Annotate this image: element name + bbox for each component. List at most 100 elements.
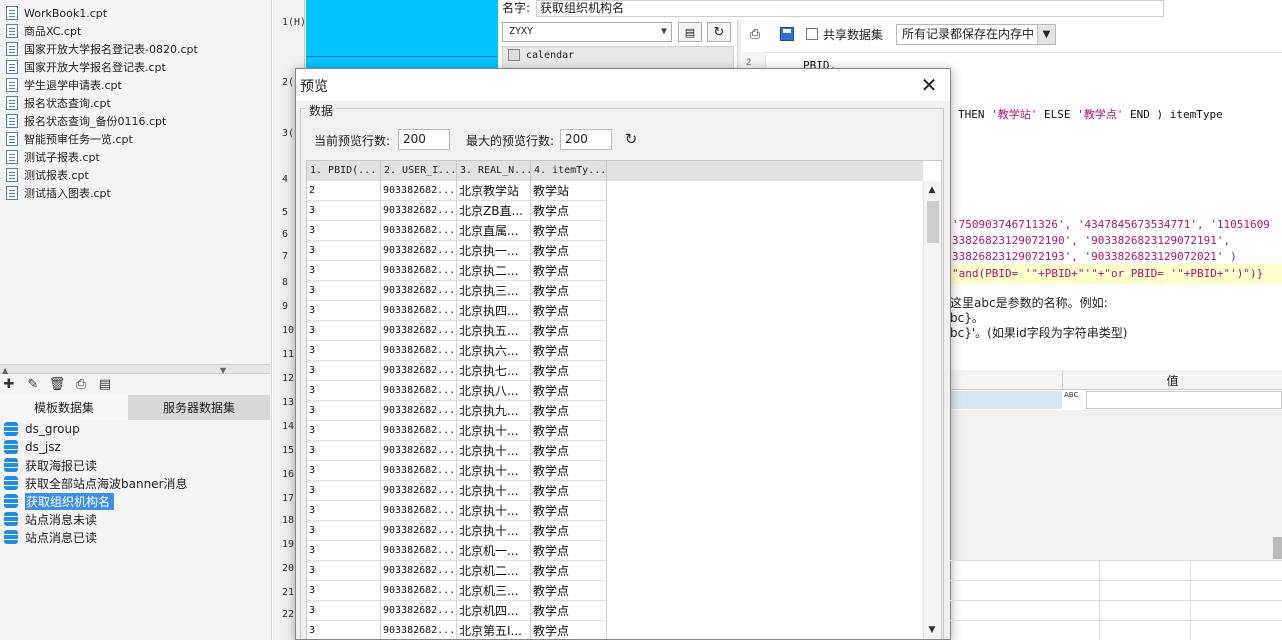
dialog-titlebar[interactable] [296, 69, 950, 101]
table-row[interactable]: 3 903382682... 北京机二... 教学点 [307, 561, 607, 581]
file-name: 测试报表.cpt [24, 169, 89, 182]
sql-preview-icon[interactable]: ▤ [96, 375, 114, 393]
panel-splitter[interactable]: ▲ ▼ [0, 364, 270, 375]
tab-template-datasets[interactable]: 模板数据集 [0, 395, 128, 420]
file-item[interactable]: 国家开放大学报名登记表.cpt [6, 58, 166, 76]
chevron-up-icon[interactable]: ▲ [923, 181, 941, 199]
table-row[interactable]: 3 903382682... 北京执一... 教学点 [307, 241, 607, 261]
table-row[interactable]: 3 903382682... 北京执十... 教学点 [307, 481, 607, 501]
add-icon[interactable]: ✚ [0, 375, 18, 393]
close-icon[interactable]: ✕ [916, 72, 942, 98]
table-row[interactable]: 3 903382682... 北京ZB直... 教学点 [307, 201, 607, 221]
row-number[interactable]: 1(H) [273, 17, 306, 28]
line-number: 2 [746, 58, 752, 68]
sql-string: "and(PBID= '"+PBID+"'"+"or PBID= '"+PBID… [952, 267, 1264, 280]
table-row[interactable]: 3 903382682... 北京执十... 教学点 [307, 521, 607, 541]
dataset-item[interactable]: 获取全部站点海波banner消息 [4, 474, 188, 492]
type-abc-icon[interactable]: ABC [1063, 391, 1085, 409]
table-cell: 903382682... [381, 321, 457, 341]
file-item[interactable]: 测试子报表.cpt [6, 148, 100, 166]
table-row[interactable]: 3 903382682... 北京执十... 教学点 [307, 461, 607, 481]
table-row[interactable]: 3 903382682... 北京机三... 教学点 [307, 581, 607, 601]
dataset-item[interactable]: 站点消息已读 [4, 528, 97, 546]
table-cell: 903382682... [381, 421, 457, 441]
table-cell: 北京ZB直... [457, 201, 531, 221]
dataset-name-input[interactable]: 获取组织机构名 [536, 0, 1164, 17]
refresh-schema-icon[interactable]: ↻ [707, 22, 731, 42]
table-row[interactable]: 3 903382682... 北京执五... 教学点 [307, 321, 607, 341]
table-item[interactable]: calendar [508, 49, 574, 61]
table-row[interactable]: 3 903382682... 北京执十... 教学点 [307, 501, 607, 521]
table-row[interactable]: 3 903382682... 北京执九... 教学点 [307, 401, 607, 421]
dataset-item[interactable]: ds_jsz [4, 438, 61, 456]
max-rows-input[interactable]: 200 [560, 129, 612, 150]
memory-mode-select[interactable]: 所有记录都保存在内存中 ▼ [896, 24, 1056, 45]
table-row[interactable]: 2 903382682... 北京教学站 教学站 [307, 181, 607, 201]
save-icon[interactable] [778, 25, 796, 43]
file-item[interactable]: 测试报表.cpt [6, 166, 89, 184]
column-header[interactable]: 2. USER_I... [381, 161, 457, 181]
chevron-down-icon[interactable]: ▼ [1037, 25, 1055, 44]
chevron-down-icon[interactable]: ▼ [661, 23, 667, 41]
table-row[interactable]: 3 903382682... 北京执三... 教学点 [307, 281, 607, 301]
file-item[interactable]: 商品XC.cpt [6, 22, 81, 40]
table-row[interactable]: 3 903382682... 北京机一... 教学点 [307, 541, 607, 561]
file-item[interactable]: 报名状态查询.cpt [6, 94, 111, 112]
table-cell: 教学点 [531, 541, 607, 561]
sql-query-icon[interactable]: ▤ [678, 22, 702, 42]
dataset-item[interactable]: 获取海报已读 [4, 456, 97, 474]
table-row[interactable]: 3 903382682... 北京直属... 教学点 [307, 221, 607, 241]
table-cell: 教学点 [531, 261, 607, 281]
preview-icon[interactable]: ⎙ [72, 375, 90, 393]
file-item[interactable]: 测试插入图表.cpt [6, 184, 111, 202]
schema-value: ZYXY [509, 26, 534, 37]
edit-icon[interactable]: ✎ [24, 375, 42, 393]
table-row[interactable]: 3 903382682... 北京执八... 教学点 [307, 381, 607, 401]
table-row[interactable]: 3 903382682... 北京执二... 教学点 [307, 261, 607, 281]
param-name-cell[interactable] [950, 391, 1062, 409]
table-cell: 北京执一... [457, 241, 531, 261]
dataset-item[interactable]: 获取组织机构名 [4, 492, 115, 510]
dataset-item[interactable]: ds_group [4, 420, 80, 438]
dataset-item[interactable]: 站点消息未读 [4, 510, 97, 528]
table-cell: 903382682... [381, 301, 457, 321]
column-header[interactable]: 3. REAL_N... [457, 161, 531, 181]
merged-cell[interactable] [306, 0, 498, 68]
grid-line [1190, 560, 1191, 640]
sql-string: '4347845673534771', [1077, 218, 1204, 231]
file-item[interactable]: 报名状态查询_备份0116.cpt [6, 112, 166, 130]
table-row[interactable]: 3 903382682... 北京执四... 教学点 [307, 301, 607, 321]
tab-server-datasets[interactable]: 服务器数据集 [128, 395, 270, 420]
current-rows-input[interactable]: 200 [398, 129, 450, 150]
table-row[interactable]: 3 903382682... 北京执六... 教学点 [307, 341, 607, 361]
file-item[interactable]: 学生退学申请表.cpt [6, 76, 122, 94]
column-header[interactable]: 4. itemTy... [531, 161, 607, 181]
table-row[interactable]: 3 903382682... 北京执七... 教学点 [307, 361, 607, 381]
preview-icon[interactable]: ⎙ [746, 25, 764, 43]
sql-keyword: ELSE [1044, 108, 1071, 121]
table-cell: 北京第五I... [457, 621, 531, 639]
report-file-icon [6, 114, 18, 128]
column-header[interactable]: 1. PBID(... [307, 161, 381, 181]
file-item[interactable]: 国家开放大学报名登记表-0820.cpt [6, 40, 198, 58]
chevron-down-icon[interactable]: ▼ [923, 621, 941, 639]
scrollbar-thumb[interactable] [927, 201, 939, 243]
table-row[interactable]: 3 903382682... 北京执十... 教学点 [307, 421, 607, 441]
grid-header: 1. PBID(... 2. USER_I... 3. REAL_N... 4. it… [307, 161, 923, 181]
table-cell: 北京执十... [457, 461, 531, 481]
dataset-list: ds_group ds_jsz 获取海报已读 获取全部站点海波banner消息 获取组织… [0, 420, 270, 560]
scrollbar[interactable] [1273, 537, 1282, 559]
shared-dataset-checkbox[interactable] [806, 28, 818, 40]
table-row[interactable]: 3 903382682... 北京第五I... 教学点 [307, 621, 607, 639]
schema-select[interactable]: ZYXY ▼ [502, 22, 672, 42]
table-row[interactable]: 3 903382682... 北京机四... 教学点 [307, 601, 607, 621]
param-value-input[interactable] [1086, 391, 1282, 409]
table-row[interactable]: 3 903382682... 北京执十... 教学点 [307, 441, 607, 461]
file-item[interactable]: WorkBook1.cpt [6, 4, 107, 22]
grid-scrollbar[interactable] [923, 181, 941, 639]
file-item[interactable]: 智能预审任务一览.cpt [6, 130, 133, 148]
table-cell: 3 [307, 441, 381, 461]
delete-icon[interactable]: 🗑 [48, 375, 66, 393]
table-cell: 3 [307, 561, 381, 581]
refresh-icon[interactable]: ↻ [621, 129, 641, 149]
